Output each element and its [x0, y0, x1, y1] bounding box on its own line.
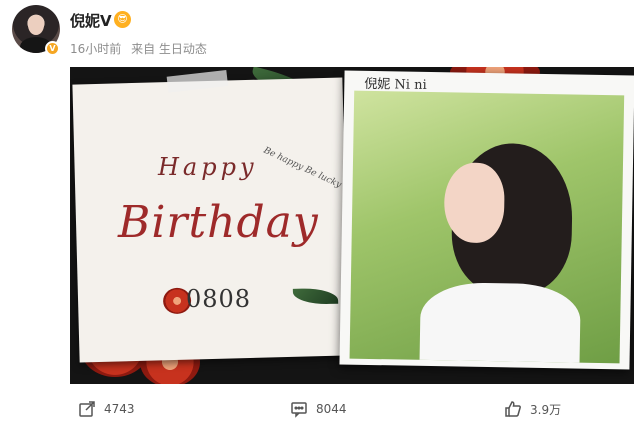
signature: 倪妮 Ni ni [364, 76, 427, 93]
share-count: 4743 [104, 402, 135, 416]
action-bar: 4743 8044 3.9万 [0, 400, 640, 427]
post-image[interactable]: Happy Be happy Be lucky Birthday 0808 倪妮… [70, 67, 634, 384]
leaf-decoration [292, 287, 339, 305]
post-source[interactable]: 来自 生日动态 [131, 42, 207, 56]
like-count: 3.9万 [530, 402, 562, 417]
polaroid-photo: 倪妮 Ni ni [339, 70, 634, 370]
face [443, 162, 505, 244]
happy-text: Happy [158, 153, 258, 181]
shirt [419, 281, 581, 364]
comment-button[interactable]: 8044 [290, 400, 347, 418]
date-text: 0808 [186, 285, 252, 313]
comment-count: 8044 [316, 402, 347, 416]
tape [166, 69, 229, 93]
like-button[interactable]: 3.9万 [504, 400, 561, 418]
comment-icon [291, 402, 307, 418]
post-time[interactable]: 16小时前 [70, 42, 121, 56]
avatar-face [28, 15, 44, 35]
share-icon [79, 401, 95, 417]
username[interactable]: 倪妮V [70, 10, 112, 31]
verified-badge-icon: V [45, 41, 60, 56]
like-icon [505, 401, 521, 417]
crown-icon: 😎 [114, 11, 131, 28]
post-meta: 16小时前 来自 生日动态 [70, 40, 213, 57]
share-button[interactable]: 4743 [78, 400, 135, 418]
portrait [349, 90, 625, 364]
birthday-text: Birthday [118, 197, 319, 248]
